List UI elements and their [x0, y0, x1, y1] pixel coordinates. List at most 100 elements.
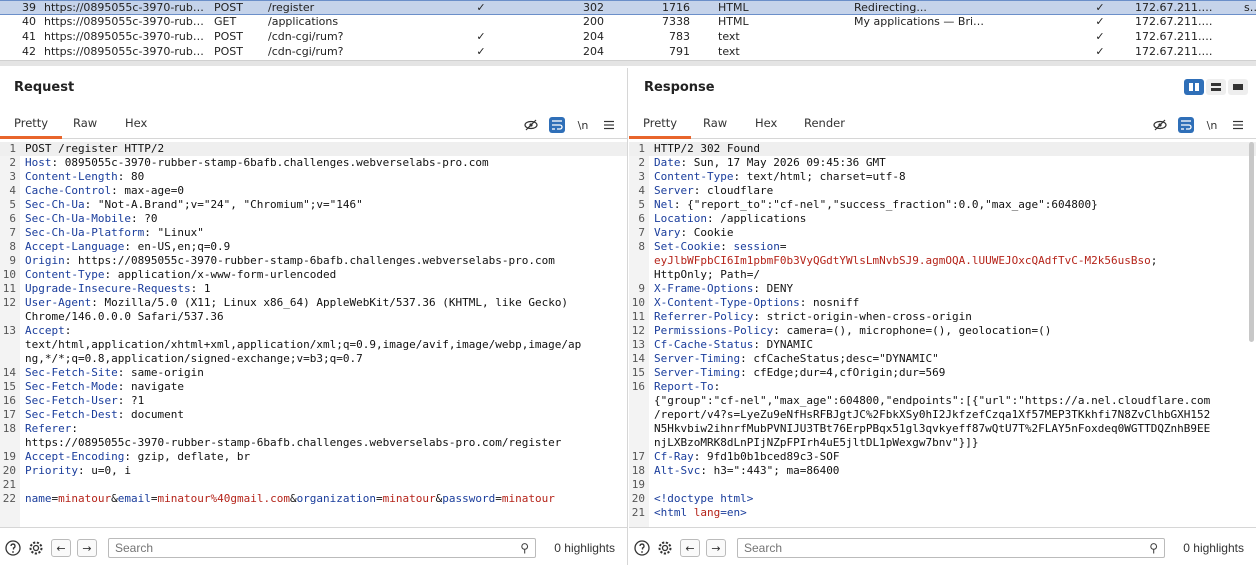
help-icon[interactable] — [633, 539, 651, 557]
response-search-field[interactable]: ⚲ — [737, 538, 1165, 558]
line-text: Sec-Ch-Ua-Mobile: ?0 — [25, 212, 157, 226]
code-line: 9 Origin: https://0895055c-3970-rubber-st… — [0, 254, 627, 268]
line-number: 19 — [631, 478, 645, 491]
line-text: Priority: u=0, i — [25, 464, 131, 478]
hide-icon[interactable] — [523, 117, 539, 133]
history-cell-title: Redirecting... — [854, 1, 927, 14]
tab-raw[interactable]: Raw — [689, 112, 741, 139]
line-token: X-Frame-Options — [654, 282, 754, 295]
history-cell-status: 204 — [583, 30, 604, 43]
code-line: /report/v4?s=LyeZu9eNfHsRFBJgtJC%2FbkXSy… — [629, 408, 1256, 422]
newline-toggle[interactable]: \n — [1204, 117, 1220, 133]
history-cell-ip: 172.67.211.81 — [1135, 45, 1215, 58]
line-token: Referer — [25, 422, 72, 435]
history-cell-tls: ✓ — [1095, 45, 1105, 58]
forward-arrow-icon[interactable]: → — [77, 539, 97, 557]
line-token: User-Agent — [25, 296, 92, 309]
line-text: N5Hkvbiw2ihnrfMubPVNIJU3TBt76ErpPBqx51gl… — [654, 422, 1210, 436]
code-line: 12 Permissions-Policy: camera=(), microph… — [629, 324, 1256, 338]
code-line: HttpOnly; Path=/ — [629, 268, 1256, 282]
line-number: 13 — [2, 324, 16, 337]
line-text: Accept: — [25, 324, 71, 338]
line-token: : Sun, 17 May 2026 09:45:36 GMT — [680, 156, 886, 169]
line-token: : {"report_to":"cf-nel","success_fractio… — [673, 198, 1098, 211]
code-line: 15 Sec-Fetch-Mode: navigate — [0, 380, 627, 394]
line-token: : https://0895055c-3970-rubber-stamp-6ba… — [64, 254, 555, 267]
request-editor[interactable]: 1 POST /register HTTP/2 2 Host: 0895055c-39… — [0, 142, 627, 527]
code-line: 3 Content-Length: 80 — [0, 170, 627, 184]
history-cell-params: ✓ — [476, 30, 486, 43]
newline-toggle[interactable]: \n — [575, 117, 591, 133]
layout-split-icon[interactable] — [1184, 79, 1204, 95]
line-token: Report-To — [654, 380, 714, 393]
response-search-input[interactable] — [738, 539, 1138, 557]
request-search-field[interactable]: ⚲ — [108, 538, 536, 558]
menu-icon[interactable] — [1230, 117, 1246, 133]
response-editor[interactable]: 1 HTTP/2 302 Found 2 Date: Sun, 17 May 2026… — [629, 142, 1256, 527]
history-cell-host: https://0895055c-3970-rubber... — [44, 30, 209, 43]
forward-arrow-icon[interactable]: → — [706, 539, 726, 557]
menu-icon[interactable] — [601, 117, 617, 133]
code-line: 16 Report-To: — [629, 380, 1256, 394]
history-row[interactable]: 41 https://0895055c-3970-rubber... POST/cd… — [0, 30, 1256, 45]
layout-single-icon[interactable] — [1228, 79, 1248, 95]
history-cell-method: GET — [214, 15, 237, 28]
line-number: 11 — [631, 310, 645, 323]
tab-raw[interactable]: Raw — [59, 112, 111, 139]
line-text: eyJlbWFpbCI6Im1pbmF0b3VyQGdtYWlsLmNvbSJ9… — [654, 254, 1157, 268]
settings-icon[interactable] — [27, 539, 45, 557]
line-token: Server — [654, 184, 694, 197]
line-token: : — [720, 240, 734, 253]
history-row[interactable]: 42 https://0895055c-3970-rubber... POST/cd… — [0, 45, 1256, 60]
tab-hex[interactable]: Hex — [741, 112, 791, 139]
line-text: Sec-Fetch-Dest: document — [25, 408, 184, 422]
tab-hex[interactable]: Hex — [111, 112, 161, 139]
line-token: : 80 — [117, 170, 145, 183]
response-scrollbar[interactable] — [1249, 142, 1254, 342]
line-token: : 9fd1b0b1bced89c3-SOF — [693, 450, 840, 463]
line-number: 9 — [638, 282, 645, 295]
line-text: HttpOnly; Path=/ — [654, 268, 760, 282]
line-token: : "Linux" — [144, 226, 204, 239]
line-token: : cloudflare — [693, 184, 774, 197]
history-cell-num: 41 — [22, 30, 36, 43]
tab-pretty[interactable]: Pretty — [0, 112, 63, 139]
request-highlights-count: 0 highlights — [554, 541, 615, 555]
settings-icon[interactable] — [656, 539, 674, 557]
line-text: <html lang=en> — [654, 506, 747, 520]
response-search-bar: ← → ⚲ 0 highlights — [629, 527, 1256, 565]
code-line: 15 Server-Timing: cfEdge;dur=4,cfOrigin;d… — [629, 366, 1256, 380]
request-search-input[interactable] — [109, 539, 509, 557]
line-text: X-Frame-Options: DENY — [654, 282, 793, 296]
code-line: text/html,application/xhtml+xml,applicat… — [0, 338, 627, 352]
help-icon[interactable] — [4, 539, 22, 557]
history-row[interactable]: 39 https://0895055c-3970-rubber... POST/re… — [0, 0, 1256, 15]
line-token: Cf-Ray — [654, 450, 694, 463]
search-icon[interactable]: ⚲ — [1149, 541, 1158, 555]
back-arrow-icon[interactable]: ← — [51, 539, 71, 557]
line-token: Server-Timing — [654, 366, 741, 379]
line-token: = — [376, 492, 383, 505]
code-line: 17 Sec-Fetch-Dest: document — [0, 408, 627, 422]
history-row[interactable]: 40 https://0895055c-3970-rubber... GET/app… — [0, 15, 1256, 30]
line-number: 13 — [631, 338, 645, 351]
line-token: POST /register HTTP/2 — [25, 142, 165, 155]
line-token: Sec-Ch-Ua-Mobile — [25, 212, 131, 225]
history-scrollbar[interactable] — [0, 60, 1256, 66]
hide-icon[interactable] — [1152, 117, 1168, 133]
tab-pretty[interactable]: Pretty — [629, 112, 692, 139]
line-token: Referrer-Policy — [654, 310, 754, 323]
line-token: : application/x-www-form-urlencoded — [104, 268, 337, 281]
line-token: HTTP/2 302 Found — [654, 142, 760, 155]
line-text: Cf-Ray: 9fd1b0b1bced89c3-SOF — [654, 450, 839, 464]
wrap-icon[interactable] — [549, 117, 565, 133]
back-arrow-icon[interactable]: ← — [680, 539, 700, 557]
layout-horizontal-icon[interactable] — [1206, 79, 1226, 95]
code-line: 21 — [0, 478, 627, 492]
wrap-icon[interactable] — [1178, 117, 1194, 133]
tab-render[interactable]: Render — [790, 112, 859, 139]
line-number: 4 — [638, 184, 645, 197]
search-icon[interactable]: ⚲ — [520, 541, 529, 555]
line-text: X-Content-Type-Options: nosniff — [654, 296, 859, 310]
line-text: Location: /applications — [654, 212, 806, 226]
